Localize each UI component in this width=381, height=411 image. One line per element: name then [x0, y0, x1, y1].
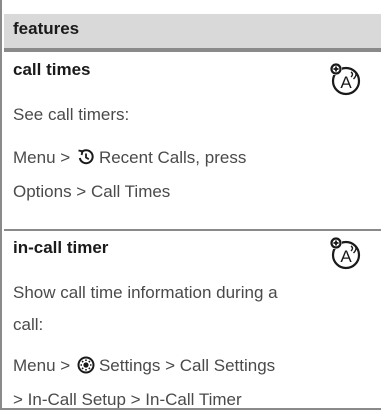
feature-description: Show call time information during a [13, 283, 278, 302]
feature-title: call times [13, 60, 91, 79]
path-item: Settings > Call Settings [98, 356, 276, 375]
menu-label: Menu [13, 148, 56, 167]
table-bottom-border [2, 408, 381, 410]
recent-calls-icon [78, 149, 94, 165]
table-header: features [4, 14, 381, 48]
navigation-path-continued: > In-Call Setup > In-Call Timer [13, 390, 242, 409]
path-item: Recent Calls, press [98, 148, 247, 167]
path-separator: > [60, 148, 71, 167]
navigation-path: Menu > Settings > Call Settings [13, 356, 275, 376]
settings-icon [77, 356, 95, 374]
row-divider [4, 229, 381, 231]
feature-description: See call timers: [13, 105, 130, 124]
network-dependent-feature-icon: A [330, 63, 361, 96]
feature-description-continued: call: [13, 315, 44, 334]
path-separator: > [60, 356, 71, 375]
feature-title: in-call timer [13, 238, 109, 257]
navigation-path: Menu > Recent Calls, press [13, 148, 246, 168]
navigation-path-continued: Options > Call Times [13, 182, 171, 201]
header-divider [4, 48, 381, 52]
badge-letter: A [340, 247, 352, 266]
network-dependent-feature-icon: A [330, 237, 361, 270]
features-table: features call times A See call timers: M… [0, 0, 381, 410]
badge-letter: A [340, 73, 352, 92]
menu-label: Menu [13, 356, 56, 375]
table-header-title: features [13, 19, 80, 38]
